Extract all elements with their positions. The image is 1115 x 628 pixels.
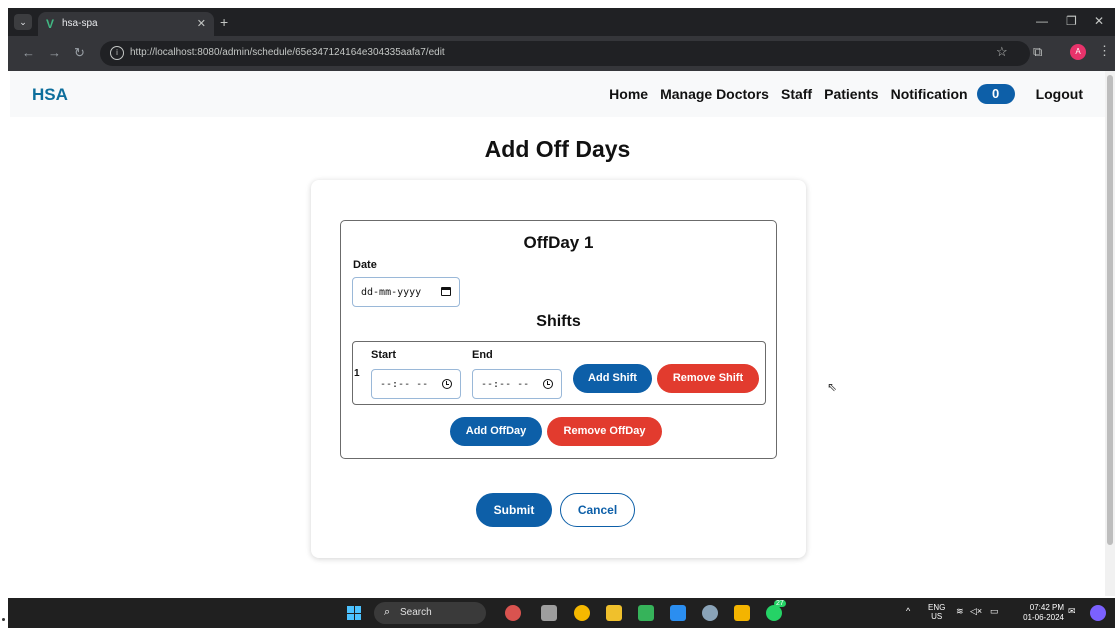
- whatsapp-icon[interactable]: [766, 605, 782, 621]
- clock-icon[interactable]: [442, 379, 452, 389]
- nav-manage-doctors[interactable]: Manage Doctors: [660, 86, 769, 102]
- chevron-up-icon[interactable]: ^: [906, 606, 910, 616]
- new-tab-icon[interactable]: +: [220, 14, 228, 30]
- tab-bar: ⌄ V hsa-spa ✕ + — ❐ ✕: [8, 8, 1115, 36]
- notification-bell-icon[interactable]: ✉: [1068, 606, 1076, 617]
- end-label: End: [472, 349, 493, 361]
- page-title: Add Off Days: [484, 136, 631, 162]
- search-icon: ⌕: [384, 606, 391, 618]
- widget-app-icon[interactable]: [505, 605, 521, 621]
- language-code: ENG: [928, 603, 946, 612]
- date-placeholder: dd-mm-yyyy: [361, 287, 422, 298]
- nav-staff[interactable]: Staff: [781, 86, 812, 102]
- whatsapp-badge: 27: [774, 600, 786, 607]
- window-close-icon[interactable]: ✕: [1094, 14, 1104, 28]
- close-icon[interactable]: ✕: [197, 17, 206, 30]
- restore-icon[interactable]: ❐: [1066, 14, 1077, 28]
- submit-button[interactable]: Submit: [476, 493, 552, 527]
- battery-icon[interactable]: ▭: [990, 606, 999, 617]
- shifts-title: Shifts: [536, 313, 581, 330]
- notepad-icon[interactable]: [638, 605, 654, 621]
- windows-taskbar: ⌕ Search 27 ^ ENG US ≋ ◁× ▭ 07:42 PM 01-…: [8, 598, 1115, 628]
- profile-avatar[interactable]: A: [1070, 44, 1086, 60]
- clock-icon[interactable]: [543, 379, 553, 389]
- offday-title: OffDay 1: [523, 233, 594, 252]
- url-text[interactable]: http://localhost:8080/admin/schedule/65e…: [130, 47, 445, 58]
- nav-notification[interactable]: Notification: [891, 86, 968, 102]
- bookmark-star-icon[interactable]: ☆: [996, 44, 1008, 60]
- remove-shift-button[interactable]: Remove Shift: [657, 364, 759, 393]
- cancel-button[interactable]: Cancel: [560, 493, 635, 527]
- nav-home[interactable]: Home: [609, 86, 648, 102]
- task-view-icon[interactable]: [541, 605, 557, 621]
- notification-count-badge[interactable]: 0: [976, 84, 1015, 104]
- clock-date: 01-06-2024: [1023, 613, 1064, 622]
- date-input[interactable]: dd-mm-yyyy: [352, 277, 460, 307]
- app-navbar: HSA Home Manage Doctors Staff Patients N…: [10, 71, 1105, 117]
- vscode-icon[interactable]: [670, 605, 686, 621]
- add-offday-button[interactable]: Add OffDay: [450, 417, 542, 446]
- region-code: US: [931, 612, 943, 621]
- reload-icon[interactable]: ↻: [74, 45, 85, 61]
- site-info-icon[interactable]: i: [110, 46, 124, 60]
- nav-logout[interactable]: Logout: [1036, 86, 1083, 102]
- file-explorer-icon[interactable]: [606, 605, 622, 621]
- settings-gear-icon[interactable]: [702, 605, 718, 621]
- offday-section: OffDay 1 Date dd-mm-yyyy Shifts 1 Start …: [340, 220, 777, 459]
- clock-time: 07:42 PM: [1029, 603, 1064, 612]
- shift-index: 1: [354, 368, 360, 379]
- date-label: Date: [353, 259, 377, 271]
- forward-icon[interactable]: →: [48, 45, 61, 60]
- start-time-placeholder: --:-- --: [380, 379, 429, 390]
- end-time-placeholder: --:-- --: [481, 379, 530, 390]
- start-time-input[interactable]: --:-- --: [371, 369, 461, 399]
- offdays-form-card: OffDay 1 Date dd-mm-yyyy Shifts 1 Start …: [311, 180, 806, 558]
- browser-window: ⌄ V hsa-spa ✕ + — ❐ ✕ ← → ↻ i http://loc…: [8, 8, 1115, 71]
- tab-search-icon[interactable]: ⌄: [14, 14, 32, 30]
- windows-start-icon[interactable]: [347, 606, 361, 620]
- vue-logo-icon: V: [46, 17, 55, 31]
- shift-row: 1 Start End --:-- -- --:-- -- Add Shift …: [352, 341, 766, 405]
- add-shift-button[interactable]: Add Shift: [573, 364, 652, 393]
- minimize-icon[interactable]: —: [1036, 14, 1048, 28]
- start-label: Start: [371, 349, 397, 361]
- mouse-cursor-icon: ⇖: [827, 380, 838, 394]
- copilot-icon[interactable]: [1090, 605, 1106, 621]
- volume-icon[interactable]: ◁×: [970, 606, 982, 617]
- taskbar-clock[interactable]: 07:42 PM 01-06-2024: [1014, 603, 1064, 623]
- taskbar-search-label: Search: [400, 607, 432, 618]
- tab-title: hsa-spa: [62, 18, 98, 29]
- calendar-icon[interactable]: [441, 287, 451, 296]
- browser-tab[interactable]: V hsa-spa ✕: [38, 12, 214, 36]
- artifact-dot: [2, 618, 5, 621]
- address-bar[interactable]: i http://localhost:8080/admin/schedule/6…: [100, 41, 1030, 66]
- wifi-icon[interactable]: ≋: [956, 606, 964, 617]
- brand-logo[interactable]: HSA: [32, 85, 68, 105]
- nav-patients[interactable]: Patients: [824, 86, 878, 102]
- extensions-icon[interactable]: ⧉: [1033, 44, 1042, 60]
- back-icon[interactable]: ←: [22, 45, 35, 60]
- remove-offday-button[interactable]: Remove OffDay: [547, 417, 662, 446]
- language-indicator[interactable]: ENG US: [928, 603, 945, 621]
- chrome-icon[interactable]: [574, 605, 590, 621]
- folder-icon[interactable]: [734, 605, 750, 621]
- taskbar-search[interactable]: ⌕ Search: [374, 602, 486, 624]
- nav-links: Home Manage Doctors Staff Patients Notif…: [597, 84, 1083, 104]
- browser-toolbar: ← → ↻ i http://localhost:8080/admin/sche…: [8, 36, 1115, 71]
- end-time-input[interactable]: --:-- --: [472, 369, 562, 399]
- browser-menu-icon[interactable]: ⋮: [1098, 43, 1111, 59]
